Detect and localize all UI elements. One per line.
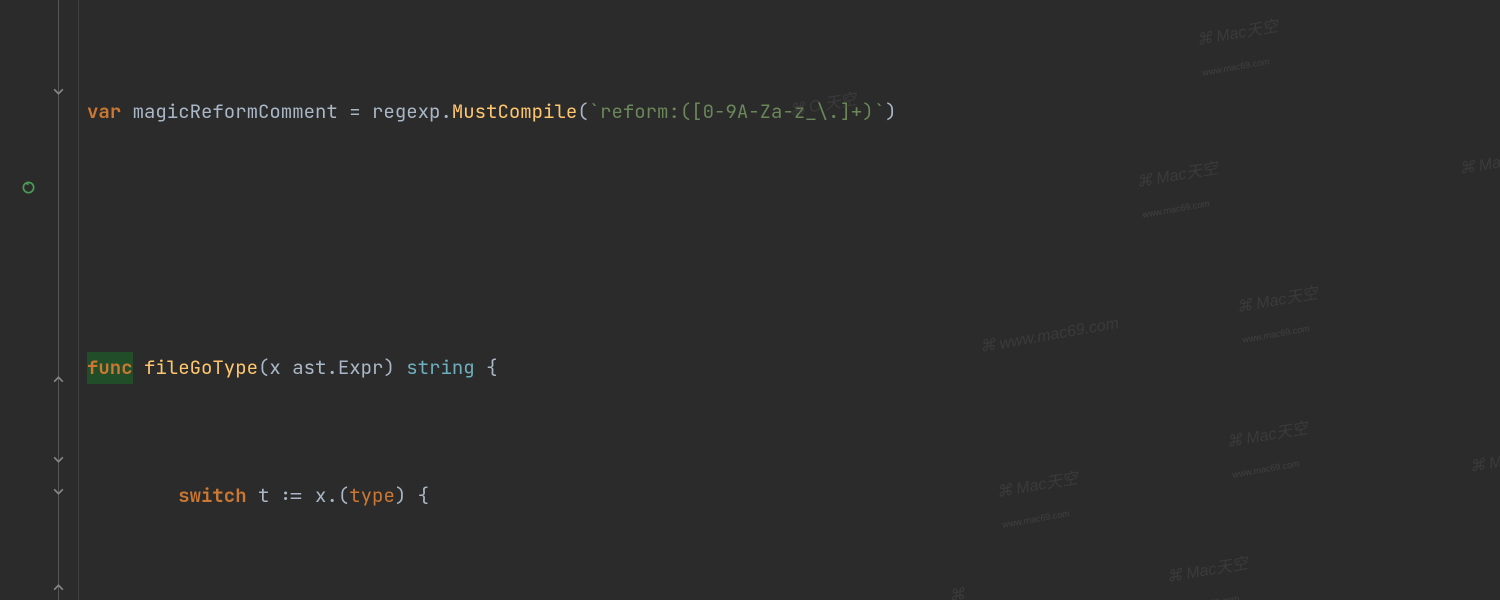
- gutter: [0, 0, 50, 600]
- fold-toggle-icon[interactable]: [52, 485, 65, 498]
- watermark: ⌘: [946, 579, 971, 600]
- code-line[interactable]: switch t := x.(type) {: [87, 480, 1500, 512]
- watermark: ⌘Mac天空www.mac69.com: [1234, 278, 1326, 355]
- watermark: ⌘Mac天空www.mac69.com: [1134, 153, 1226, 230]
- watermark: ⌘Mac天空www.mac69.com: [1164, 548, 1256, 600]
- code-editor[interactable]: var magicReformComment = regexp.MustComp…: [0, 0, 1500, 600]
- fold-toggle-icon[interactable]: [52, 453, 65, 466]
- code-area[interactable]: var magicReformComment = regexp.MustComp…: [79, 0, 1500, 600]
- fold-column: [50, 0, 79, 600]
- watermark: ⌘Mac: [1457, 146, 1500, 186]
- fold-toggle-icon[interactable]: [52, 581, 65, 594]
- code-line[interactable]: var magicReformComment = regexp.MustComp…: [87, 96, 1500, 128]
- code-line[interactable]: [87, 224, 1500, 256]
- watermark: ⌘Mac天空: [1467, 438, 1500, 484]
- fold-toggle-icon[interactable]: [52, 85, 65, 98]
- code-line[interactable]: func fileGoType(x ast.Expr) string {: [87, 352, 1500, 384]
- watermark: ⌘Mac天空www.mac69.com: [1194, 11, 1286, 88]
- fold-toggle-icon[interactable]: [52, 373, 65, 386]
- rerun-icon[interactable]: [20, 179, 36, 195]
